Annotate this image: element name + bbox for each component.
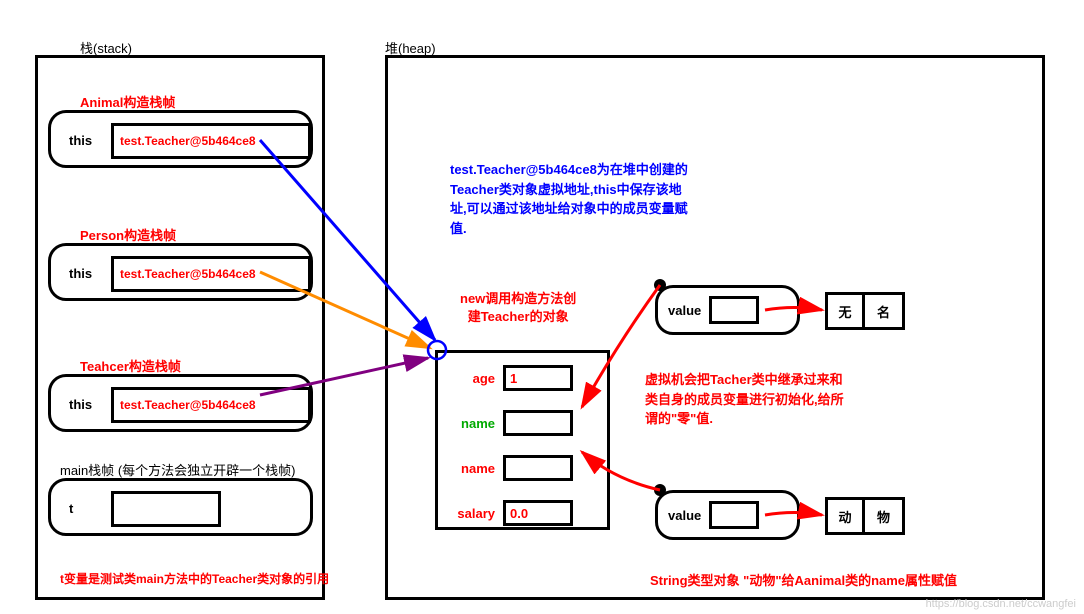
tvar-note: t变量是测试类main方法中的Teacher类对象的引用: [60, 570, 329, 587]
teacher-object-box: age1 name name salary0.0: [435, 350, 610, 530]
frame-label-this: this: [69, 266, 92, 281]
string-note: String类型对象 "动物"给Aanimal类的name属性赋值: [650, 570, 957, 589]
frame-label-this: this: [69, 397, 92, 412]
frame-label-t: t: [69, 501, 73, 516]
field-age-value: 1: [503, 365, 573, 391]
char-dong: 动: [825, 497, 865, 535]
new-note: new调用构造方法创建Teacher的对象: [460, 290, 576, 326]
stack-frame-person: this test.Teacher@5b464ce8: [48, 243, 313, 301]
heap-note: test.Teacher@5b464ce8为在堆中创建的Teacher类对象虚拟…: [450, 160, 690, 238]
string-chars-wuming: 无 名: [825, 292, 905, 330]
frame-value-teacher: test.Teacher@5b464ce8: [111, 387, 311, 423]
string-value-label: value: [668, 303, 701, 318]
char-ming: 名: [865, 292, 905, 330]
frame-value-animal: test.Teacher@5b464ce8: [111, 123, 311, 159]
field-name-green-value: [503, 410, 573, 436]
field-name-red-value: [503, 455, 573, 481]
field-salary-label: salary: [438, 506, 503, 521]
string-value-box: [709, 296, 759, 324]
vm-note: 虚拟机会把Tacher类中继承过来和类自身的成员变量进行初始化,给所谓的"零"值…: [645, 370, 845, 429]
frame-label-this: this: [69, 133, 92, 148]
string-chars-dongwu: 动 物: [825, 497, 905, 535]
watermark: https://blog.csdn.net/ccwangfei: [926, 598, 1076, 610]
stack-frame-teacher: this test.Teacher@5b464ce8: [48, 374, 313, 432]
frame-caption-person: Person构造栈帧: [80, 225, 176, 244]
char-wu2: 物: [865, 497, 905, 535]
frame-caption-teacher: Teahcer构造栈帧: [80, 356, 181, 375]
frame-value-person: test.Teacher@5b464ce8: [111, 256, 311, 292]
stack-frame-animal: this test.Teacher@5b464ce8: [48, 110, 313, 168]
frame-value-main: [111, 491, 221, 527]
char-wu: 无: [825, 292, 865, 330]
frame-caption-main: main栈帧 (每个方法会独立开辟一个栈帧): [60, 460, 295, 479]
field-salary-value: 0.0: [503, 500, 573, 526]
field-name-red-label: name: [438, 461, 503, 476]
string-object-dongwu: value: [655, 490, 800, 540]
field-name-green-label: name: [438, 416, 503, 431]
string-value-box: [709, 501, 759, 529]
frame-caption-animal: Animal构造栈帧: [80, 92, 175, 111]
field-age-label: age: [438, 371, 503, 386]
string-value-label: value: [668, 508, 701, 523]
stack-frame-main: t: [48, 478, 313, 536]
string-object-wuming: value: [655, 285, 800, 335]
